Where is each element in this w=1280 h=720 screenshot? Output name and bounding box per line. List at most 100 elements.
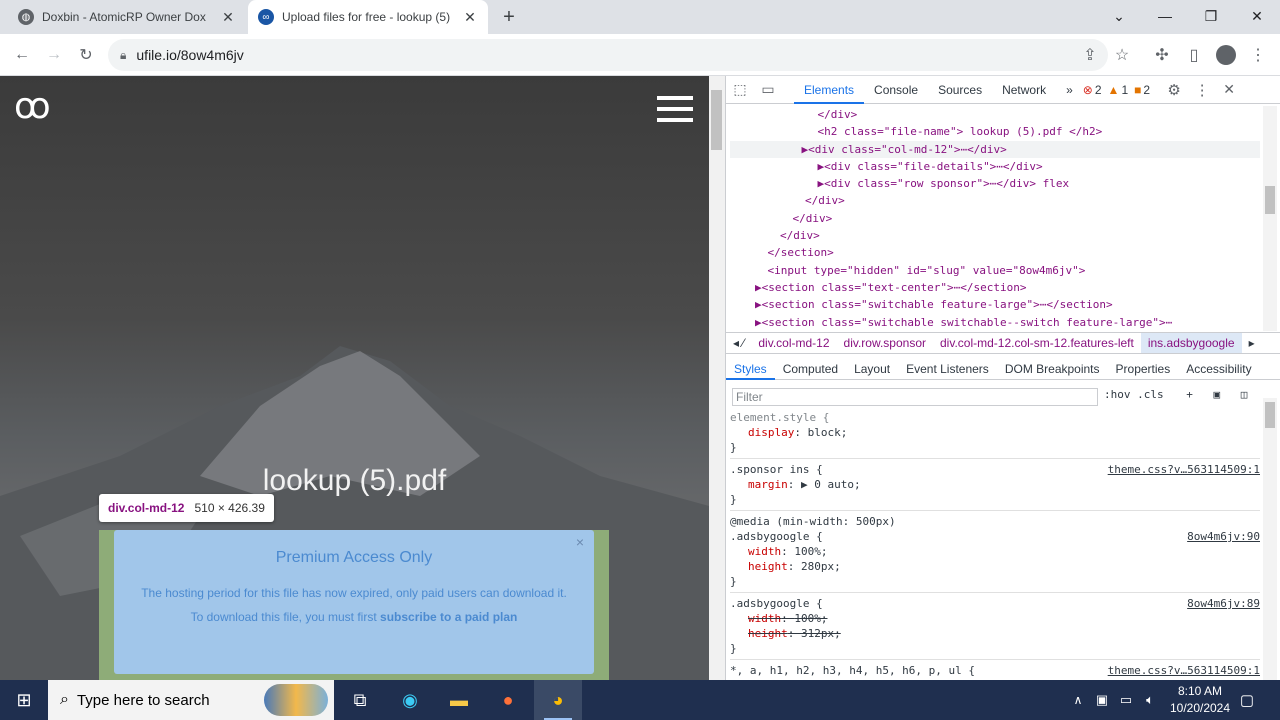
dom-scrollbar[interactable] [1263, 106, 1277, 331]
tab-accessibility[interactable]: Accessibility [1178, 358, 1259, 380]
tab-doxbin[interactable]: ◍ Doxbin - AtomicRP Owner Dox ✕ [8, 0, 246, 34]
dom-node-text: ▶<div class="file-details">⋯</div> [817, 159, 1043, 173]
dom-node[interactable]: <input type="hidden" id="slug" value="8o… [730, 262, 1260, 279]
dom-node[interactable]: ▶<section class="switchable feature-larg… [730, 296, 1260, 313]
styles-scrollbar[interactable] [1263, 398, 1277, 680]
bookmark-star-icon[interactable]: ☆ [1108, 41, 1136, 69]
dom-node[interactable]: </div> [730, 227, 1260, 244]
rule-property[interactable]: height: 280px; [730, 559, 1260, 574]
more-tabs-icon[interactable]: » [1056, 76, 1083, 104]
source-link[interactable]: theme.css?v…563114509:1 [1108, 462, 1260, 477]
tab-sources[interactable]: Sources [928, 76, 992, 104]
property-value: 280px; [801, 560, 841, 573]
inspect-element-icon[interactable]: ⬚ [726, 76, 754, 104]
file-explorer-icon[interactable]: ▬ [435, 680, 483, 720]
styles-filter-input[interactable]: Filter [732, 388, 1098, 406]
new-tab-button[interactable]: + [495, 3, 523, 31]
edge-icon[interactable]: ◉ [386, 680, 434, 720]
settings-gear-icon[interactable]: ⚙ [1160, 76, 1188, 104]
hov-cls-buttons[interactable]: :hov .cls + ▣ ◫ [1104, 388, 1247, 401]
crumb-item[interactable]: div.col-md-12 [751, 336, 836, 350]
paint-icon[interactable]: ▣ [1213, 388, 1220, 401]
tab-elements[interactable]: Elements [794, 76, 865, 104]
close-tab-icon[interactable]: ✕ [462, 9, 478, 26]
profile-avatar[interactable] [1212, 41, 1240, 69]
browser-toolbar: ← → ↻ 🔒︎ ufile.io/8ow4m6jv ⇪ ☆ ✣ ▯ ⋮ [0, 34, 1280, 76]
source-link[interactable]: 8ow4m6jv:90 [1187, 529, 1260, 544]
address-bar[interactable]: 🔒︎ ufile.io/8ow4m6jv [108, 39, 1108, 71]
windows-start-icon[interactable]: ⊞ [0, 680, 48, 720]
tab-computed[interactable]: Computed [775, 358, 846, 380]
sidebar-toggle-icon[interactable]: ◫ [1241, 388, 1248, 401]
minimize-button[interactable]: — [1142, 0, 1188, 32]
error-icon[interactable]: ⊗ [1083, 83, 1093, 97]
premium-access-modal: × Premium Access Only The hosting period… [114, 530, 594, 674]
dom-node-selected[interactable]: ▶<div class="col-md-12">⋯</div> [730, 140, 1260, 158]
dom-tree[interactable]: </div> <h2 class="file-name"> lookup (5).… [730, 106, 1260, 331]
crumb-left-arrow-icon[interactable]: ◂ ⁄ [726, 336, 751, 350]
forward-button[interactable]: → [40, 41, 68, 69]
warning-icon[interactable]: ▲ [1108, 83, 1120, 97]
crumb-item[interactable]: div.row.sponsor [837, 336, 933, 350]
dom-node[interactable]: <h2 class="file-name"> lookup (5).pdf </… [730, 123, 1260, 140]
subscribe-link[interactable]: subscribe to a paid plan [380, 610, 517, 624]
styles-scrollbar-thumb[interactable] [1265, 402, 1275, 428]
dom-node[interactable]: ▶<section class="text-center">⋯</section… [730, 279, 1260, 296]
hamburger-menu-icon[interactable] [657, 96, 693, 122]
crumb-item[interactable]: div.col-md-12.col-sm-12.features-left [933, 336, 1141, 350]
tab-properties[interactable]: Properties [1108, 358, 1179, 380]
tab-console[interactable]: Console [864, 76, 928, 104]
menu-kebab-icon[interactable]: ⋮ [1244, 41, 1272, 69]
reload-button[interactable]: ↻ [72, 41, 100, 69]
taskbar-search[interactable]: ⌕ Type here to search [48, 680, 334, 720]
task-view-icon[interactable]: ⧉ [336, 680, 384, 720]
tab-search-icon[interactable]: ⌄ [1096, 0, 1142, 32]
tab-event-listeners[interactable]: Event Listeners [898, 358, 997, 380]
dom-node[interactable]: ▶<div class="row sponsor">⋯</div> flex [730, 175, 1260, 192]
dom-node[interactable]: </div> [730, 210, 1260, 227]
tray-app-icon[interactable]: ▣ [1090, 680, 1114, 720]
dom-node[interactable]: </div> [730, 192, 1260, 209]
dom-node[interactable]: </div> [730, 106, 1260, 123]
dom-node[interactable]: </section> [730, 244, 1260, 261]
window-close-button[interactable]: ✕ [1234, 0, 1280, 32]
dom-scrollbar-thumb[interactable] [1265, 186, 1275, 214]
dom-node[interactable]: ▶<section class="switchable switchable--… [730, 314, 1260, 331]
new-rule-icon[interactable]: + [1186, 388, 1193, 401]
side-panel-icon[interactable]: ▯ [1180, 41, 1208, 69]
close-tab-icon[interactable]: ✕ [220, 9, 236, 26]
page-scrollbar[interactable] [709, 76, 725, 680]
notifications-icon[interactable]: ▢ [1232, 680, 1262, 720]
close-devtools-icon[interactable]: ✕ [1216, 76, 1242, 104]
dom-node[interactable]: ▶<div class="file-details">⋯</div> [730, 158, 1260, 175]
share-icon[interactable]: ⇪ [1076, 41, 1104, 69]
hov-cls-label[interactable]: :hov .cls [1104, 388, 1164, 401]
network-icon[interactable]: ▭ [1114, 680, 1138, 720]
tab-dom-breakpoints[interactable]: DOM Breakpoints [997, 358, 1108, 380]
source-link[interactable]: theme.css?v…563114509:1 [1108, 663, 1260, 678]
tab-network[interactable]: Network [992, 76, 1056, 104]
tab-styles[interactable]: Styles [726, 358, 775, 380]
tray-overflow-icon[interactable]: ∧ [1066, 680, 1090, 720]
rule-property[interactable]: width: 100%; [730, 544, 1260, 559]
tab-ufile[interactable]: ∞ Upload files for free - lookup (5) ✕ [248, 0, 488, 34]
issues-icon[interactable]: ■ [1134, 83, 1141, 97]
chrome-icon[interactable]: ◕ [534, 680, 582, 720]
firefox-icon[interactable]: ● [484, 680, 532, 720]
extensions-icon[interactable]: ✣ [1148, 41, 1176, 69]
ufile-logo-icon[interactable]: ꝏ [14, 88, 62, 124]
tab-layout[interactable]: Layout [846, 358, 898, 380]
system-clock[interactable]: 8:10 AM 10/20/2024 [1160, 683, 1240, 717]
rule-property[interactable]: margin: ▶ 0 auto; [730, 477, 1260, 492]
devtools-menu-icon[interactable]: ⋮ [1188, 76, 1216, 104]
crumb-right-arrow-icon[interactable]: ▸ [1242, 336, 1262, 350]
source-link[interactable]: 8ow4m6jv:89 [1187, 596, 1260, 611]
modal-close-icon[interactable]: × [576, 534, 584, 550]
device-toolbar-icon[interactable]: ▭ [754, 76, 782, 104]
maximize-button[interactable]: ❐ [1188, 0, 1234, 32]
page-scrollbar-thumb[interactable] [711, 90, 722, 150]
back-button[interactable]: ← [8, 41, 36, 69]
crumb-item-active[interactable]: ins.adsbygoogle [1140, 333, 1242, 353]
rule-property[interactable]: display: block; [730, 425, 1260, 440]
volume-icon[interactable]: 🔈︎ [1138, 680, 1162, 720]
